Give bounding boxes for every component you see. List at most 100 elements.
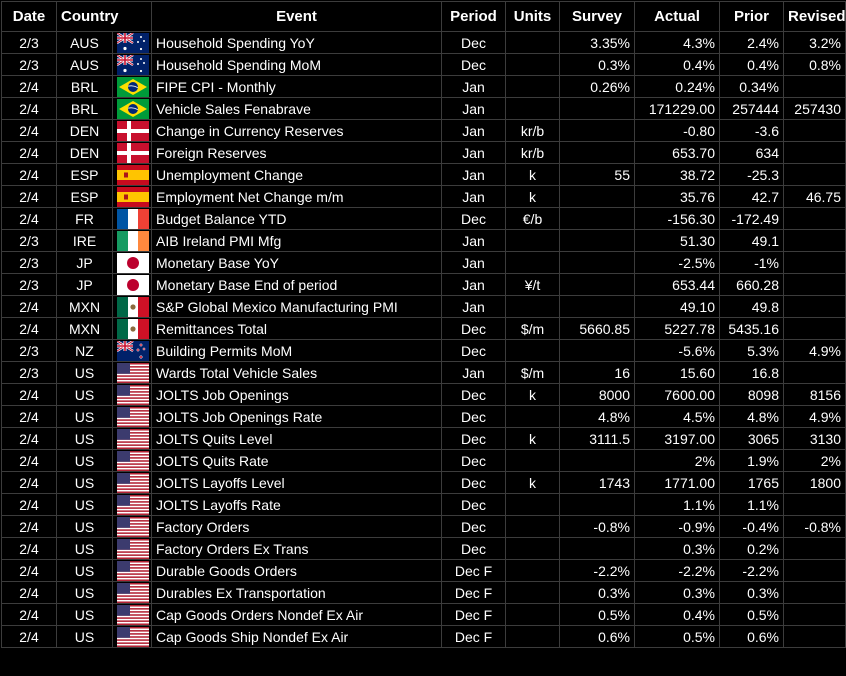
country-cell: DEN [56, 141, 113, 164]
units-cell: $/m [505, 317, 560, 340]
units-cell: kr/b [505, 119, 560, 142]
table-row: 2/3 AUS Household Spending YoY Dec 3.35% 4.3%… [1, 31, 846, 54]
header-country: Country [56, 1, 152, 32]
units-cell [505, 625, 560, 648]
revised-cell: 2% [783, 449, 846, 472]
actual-cell: 653.44 [634, 273, 720, 296]
period-cell: Dec F [441, 559, 506, 582]
flag-us-icon [117, 538, 149, 559]
units-cell: €/b [505, 207, 560, 230]
period-cell: Dec [441, 427, 506, 450]
actual-cell: -0.80 [634, 119, 720, 142]
flag-us-icon [117, 362, 149, 383]
event-cell: JOLTS Job Openings [151, 383, 442, 406]
period-cell: Dec F [441, 603, 506, 626]
survey-cell [559, 97, 635, 120]
flag-jp-icon [117, 252, 149, 273]
flag-cell [112, 31, 152, 54]
date-cell: 2/4 [1, 537, 57, 560]
survey-cell [559, 295, 635, 318]
country-cell: JP [56, 273, 113, 296]
actual-cell: 653.70 [634, 141, 720, 164]
event-cell: Cap Goods Orders Nondef Ex Air [151, 603, 442, 626]
survey-cell: 5660.85 [559, 317, 635, 340]
survey-cell [559, 119, 635, 142]
units-cell [505, 75, 560, 98]
table-row: 2/4 US Cap Goods Ship Nondef Ex Air Dec F 0.… [1, 625, 846, 648]
survey-cell [559, 207, 635, 230]
flag-us-icon [117, 384, 149, 405]
table-row: 2/4 BRL Vehicle Sales Fenabrave Jan 171229.0… [1, 97, 846, 120]
date-cell: 2/4 [1, 581, 57, 604]
revised-cell: 4.9% [783, 405, 846, 428]
flag-cell [112, 625, 152, 648]
table-row: 2/3 AUS Household Spending MoM Dec 0.3% 0.4% 0… [1, 53, 846, 76]
date-cell: 2/4 [1, 185, 57, 208]
revised-cell [783, 537, 846, 560]
prior-cell: 1.9% [719, 449, 784, 472]
flag-cell [112, 141, 152, 164]
flag-cell [112, 229, 152, 252]
actual-cell: 3197.00 [634, 427, 720, 450]
date-cell: 2/4 [1, 449, 57, 472]
units-cell: k [505, 383, 560, 406]
table-row: 2/3 US Wards Total Vehicle Sales Jan $/m 16 15… [1, 361, 846, 384]
survey-cell [559, 251, 635, 274]
date-cell: 2/4 [1, 427, 57, 450]
flag-us-icon [117, 406, 149, 427]
table-row: 2/4 US JOLTS Job Openings Dec k 8000 7600.00 80… [1, 383, 846, 406]
flag-mx-icon [117, 318, 149, 339]
survey-cell: -0.8% [559, 515, 635, 538]
header-date: Date [1, 1, 57, 32]
event-cell: AIB Ireland PMI Mfg [151, 229, 442, 252]
period-cell: Jan [441, 163, 506, 186]
survey-cell: 0.26% [559, 75, 635, 98]
actual-cell: 171229.00 [634, 97, 720, 120]
units-cell [505, 97, 560, 120]
flag-cell [112, 405, 152, 428]
survey-cell [559, 141, 635, 164]
flag-nz-icon [117, 340, 149, 361]
revised-cell [783, 581, 846, 604]
actual-cell: 49.10 [634, 295, 720, 318]
flag-us-icon [117, 516, 149, 537]
flag-cell [112, 427, 152, 450]
country-cell: IRE [56, 229, 113, 252]
units-cell [505, 251, 560, 274]
event-cell: Durable Goods Orders [151, 559, 442, 582]
date-cell: 2/4 [1, 207, 57, 230]
country-cell: DEN [56, 119, 113, 142]
flag-cell [112, 383, 152, 406]
country-cell: MXN [56, 295, 113, 318]
flag-es-icon [117, 186, 149, 207]
event-cell: Unemployment Change [151, 163, 442, 186]
event-cell: Budget Balance YTD [151, 207, 442, 230]
table-row: 2/4 BRL FIPE CPI - Monthly Jan 0.26% 0.24% 0.3… [1, 75, 846, 98]
period-cell: Jan [441, 251, 506, 274]
period-cell: Dec [441, 339, 506, 362]
flag-es-icon [117, 164, 149, 185]
date-cell: 2/4 [1, 119, 57, 142]
units-cell [505, 295, 560, 318]
revised-cell [783, 251, 846, 274]
event-cell: Building Permits MoM [151, 339, 442, 362]
revised-cell [783, 625, 846, 648]
country-cell: US [56, 559, 113, 582]
units-cell [505, 515, 560, 538]
period-cell: Dec [441, 493, 506, 516]
prior-cell: 0.6% [719, 625, 784, 648]
prior-cell: 4.8% [719, 405, 784, 428]
flag-cell [112, 119, 152, 142]
event-cell: JOLTS Quits Level [151, 427, 442, 450]
flag-cell [112, 493, 152, 516]
header-actual: Actual [634, 1, 720, 32]
period-cell: Jan [441, 141, 506, 164]
event-cell: Household Spending MoM [151, 53, 442, 76]
flag-us-icon [117, 450, 149, 471]
date-cell: 2/4 [1, 471, 57, 494]
date-cell: 2/4 [1, 625, 57, 648]
units-cell [505, 449, 560, 472]
units-cell: k [505, 471, 560, 494]
header-event: Event [151, 1, 442, 32]
event-cell: JOLTS Quits Rate [151, 449, 442, 472]
